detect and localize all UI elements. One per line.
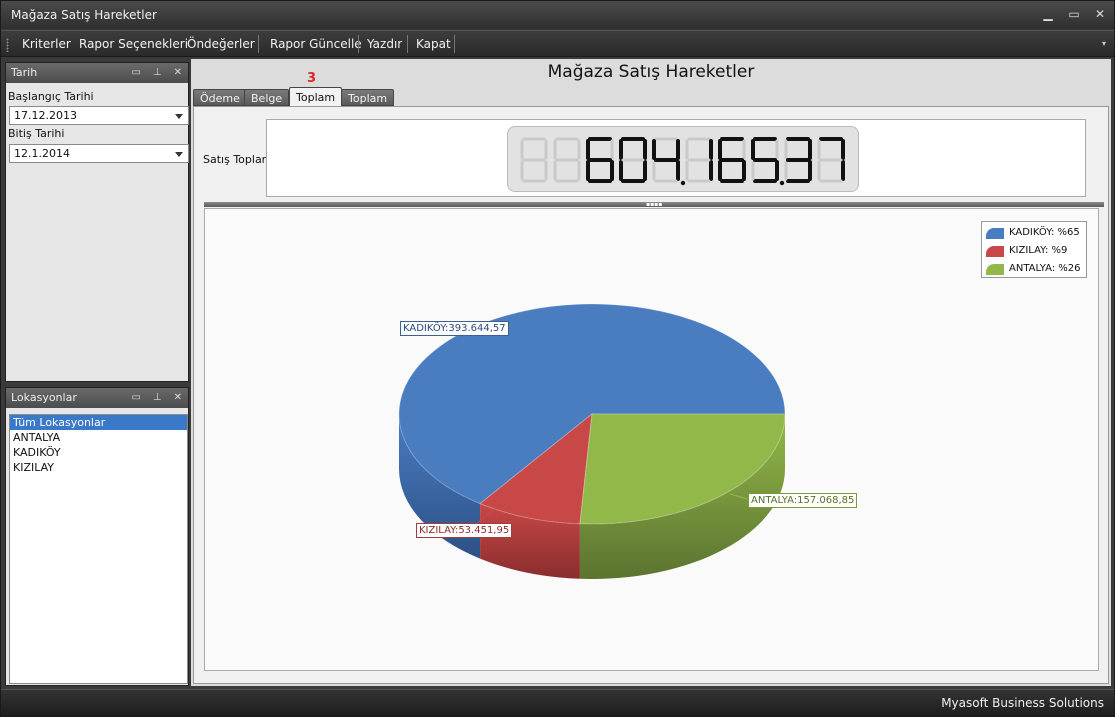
location-panel: Lokasyonlar ▭ ⊥ ✕ Tüm Lokasyonlar ANTALY… (5, 387, 189, 686)
close-icon[interactable]: ✕ (1094, 7, 1106, 21)
legend-swatch (986, 264, 1004, 275)
toolbar-overflow-icon[interactable]: ▾ (1102, 39, 1106, 48)
menu-ondegerler[interactable]: Öndeğerler (187, 31, 255, 57)
sum-display (507, 126, 859, 192)
legend-swatch (986, 246, 1004, 257)
date-panel-header: Tarih ▭ ⊥ ✕ (6, 63, 188, 83)
legend-entry: ANTALYA: %26 (986, 261, 1081, 277)
title-bar: Mağaza Satış Hareketler ▁ ▭ ✕ (1, 1, 1114, 29)
legend-label: KIZILAY: %9 (1009, 245, 1068, 256)
tab-odeme[interactable]: Ödeme (193, 89, 247, 106)
location-panel-header: Lokasyonlar ▭ ⊥ ✕ (6, 388, 188, 408)
sum-box (266, 119, 1086, 197)
date-panel-title: Tarih (11, 66, 38, 79)
sum-display-digits (520, 137, 845, 186)
chart-legend: KADIKÖY: %65 KIZILAY: %9 ANTALYA: %26 (981, 221, 1087, 278)
tab-belge[interactable]: Belge (244, 89, 290, 106)
splitter[interactable]: ▪▪▪▪ (204, 202, 1104, 208)
menu-separator (407, 35, 408, 53)
legend-entry: KADIKÖY: %65 (986, 225, 1080, 241)
legend-label: KADIKÖY: %65 (1009, 227, 1080, 238)
tab-toplam-saatlik[interactable]: Toplam Saatlik (341, 89, 395, 122)
float-icon[interactable]: ▭ (131, 388, 140, 408)
status-bar: Myasoft Business Solutions (1, 689, 1114, 716)
pin-icon[interactable]: ⊥ (153, 388, 162, 408)
app-window: Mağaza Satış Hareketler ▁ ▭ ✕ Kriterler … (0, 0, 1115, 717)
status-text: Myasoft Business Solutions (941, 696, 1104, 710)
list-item[interactable]: Tüm Lokasyonlar (10, 415, 187, 430)
window-title: Mağaza Satış Hareketler (11, 8, 157, 22)
location-list[interactable]: Tüm Lokasyonlar ANTALYA KADIKÖY KIZILAY (9, 414, 188, 684)
pin-icon[interactable]: ⊥ (153, 63, 162, 83)
legend-label: ANTALYA: %26 (1009, 263, 1081, 274)
menu-kapat[interactable]: Kapat (416, 31, 451, 57)
end-date-value: 12.1.2014 (14, 147, 70, 160)
minimize-icon[interactable]: ▁ (1042, 7, 1054, 21)
data-label-antalya: ANTALYA:157.068,85 (748, 493, 858, 508)
main-area: Mağaza Satış Hareketler 3 Ödeme Belge To… (191, 59, 1111, 686)
pie-chart (398, 303, 786, 579)
tab-toplam[interactable]: Toplam (289, 87, 343, 107)
data-label-kadikoy: KADIKÖY:393.644,57 (400, 321, 509, 336)
lcd-decimal-point (680, 180, 686, 186)
start-date-label: Başlangıç Tarihi (8, 90, 94, 103)
tab-page-toplam: Satış Toplam ▪▪▪▪ KADIKÖY: %65 KIZILAY: … (193, 106, 1109, 684)
page-title: Mağaza Satış Hareketler (547, 62, 755, 82)
menu-yazdir[interactable]: Yazdır (367, 31, 402, 57)
lcd-decimal-point (779, 180, 785, 186)
data-label-kizilay: KIZILAY:53.451,95 (416, 523, 513, 538)
tab-annotation: 3 (307, 71, 317, 86)
location-panel-title: Lokasyonlar (11, 391, 77, 404)
list-item[interactable]: KADIKÖY (10, 445, 187, 460)
toolbar-grip-icon[interactable] (6, 38, 9, 52)
menu-rapor-guncelle[interactable]: Rapor Güncelle (270, 31, 362, 57)
sum-label: Satış Toplam (203, 153, 273, 166)
splitter-grip-icon[interactable]: ▪▪▪▪ (646, 202, 662, 208)
close-icon[interactable]: ✕ (174, 63, 182, 83)
list-item[interactable]: KIZILAY (10, 460, 187, 475)
legend-swatch (986, 228, 1004, 239)
start-date-combo[interactable]: 17.12.2013 (9, 106, 189, 125)
legend-entry: KIZILAY: %9 (986, 243, 1067, 259)
end-date-label: Bitiş Tarihi (8, 127, 65, 140)
chevron-down-icon[interactable] (175, 152, 183, 157)
menu-separator (454, 35, 455, 53)
list-item[interactable]: ANTALYA (10, 430, 187, 445)
menu-separator (358, 35, 359, 53)
float-icon[interactable]: ▭ (131, 63, 140, 83)
start-date-value: 17.12.2013 (14, 109, 77, 122)
menu-separator (258, 35, 259, 53)
menu-bar: Kriterler Rapor Seçenekleri Öndeğerler R… (1, 30, 1114, 57)
chart-area: KADIKÖY: %65 KIZILAY: %9 ANTALYA: %26 KA… (204, 208, 1099, 671)
date-panel: Tarih ▭ ⊥ ✕ Başlangıç Tarihi 17.12.2013 … (5, 62, 189, 382)
end-date-combo[interactable]: 12.1.2014 (9, 144, 189, 163)
menu-rapor-secenekleri[interactable]: Rapor Seçenekleri (79, 31, 188, 57)
close-icon[interactable]: ✕ (174, 388, 182, 408)
maximize-icon[interactable]: ▭ (1068, 7, 1080, 21)
menu-kriterler[interactable]: Kriterler (22, 31, 71, 57)
chevron-down-icon[interactable] (175, 114, 183, 119)
